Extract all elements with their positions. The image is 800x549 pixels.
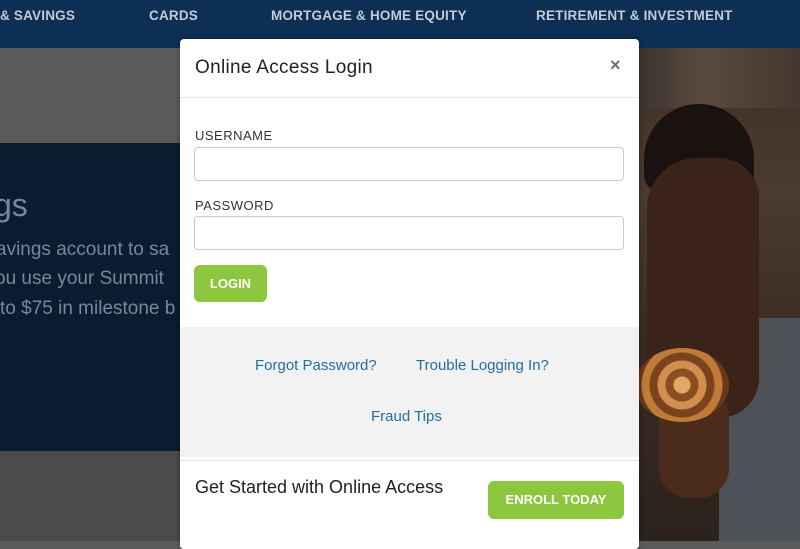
nav-item-cards[interactable]: CARDS	[149, 8, 198, 23]
password-input[interactable]	[194, 216, 624, 250]
username-label: USERNAME	[195, 128, 273, 143]
trouble-logging-in-link[interactable]: Trouble Logging In?	[416, 357, 549, 374]
photo-cinnamon-roll	[639, 348, 729, 422]
hero-banner: gs avings account to sa ou use your Summ…	[0, 143, 180, 451]
close-icon[interactable]: ×	[610, 55, 621, 76]
background-panel	[0, 451, 180, 541]
hero-text-line: ou use your Summit	[0, 268, 164, 289]
hero-text-line: to $75 in milestone b	[0, 298, 176, 319]
nav-item-savings[interactable]: & SAVINGS	[0, 8, 75, 23]
photo-background	[639, 48, 800, 108]
password-label: PASSWORD	[195, 198, 274, 213]
background-panel	[0, 48, 180, 143]
nav-item-retirement-investment[interactable]: RETIREMENT & INVESTMENT	[536, 8, 733, 23]
hero-text-line: avings account to sa	[0, 239, 170, 260]
enroll-today-button[interactable]: ENROLL TODAY	[488, 481, 624, 519]
modal-header: Online Access Login ×	[180, 39, 639, 98]
nav-item-mortgage-home-equity[interactable]: MORTGAGE & HOME EQUITY	[271, 8, 467, 23]
login-button[interactable]: LOGIN	[194, 265, 267, 302]
hero-heading: gs	[0, 187, 28, 223]
enroll-section: Get Started with Online Access ENROLL TO…	[180, 460, 639, 549]
username-input[interactable]	[194, 147, 624, 181]
login-modal: Online Access Login × USERNAME PASSWORD …	[180, 39, 639, 549]
forgot-password-link[interactable]: Forgot Password?	[255, 357, 377, 374]
enroll-prompt: Get Started with Online Access	[195, 477, 444, 497]
modal-title: Online Access Login	[195, 57, 373, 78]
hero-photo	[639, 48, 800, 541]
fraud-tips-link[interactable]: Fraud Tips	[371, 408, 442, 425]
help-links-area: Forgot Password? Trouble Logging In? Fra…	[180, 327, 639, 457]
